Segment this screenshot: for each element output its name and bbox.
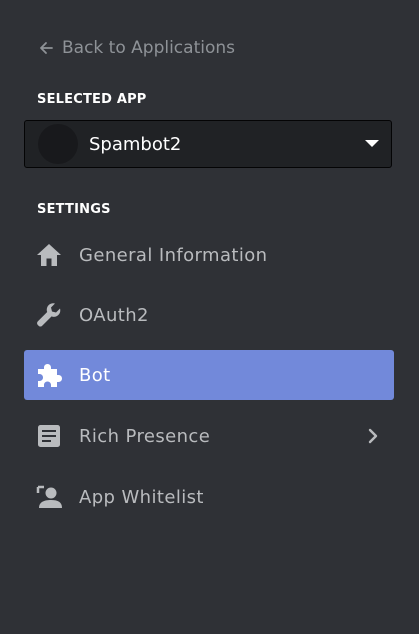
nav-item-label: App Whitelist <box>79 486 204 508</box>
selected-app-name: Spambot2 <box>89 133 182 155</box>
nav-item-oauth2[interactable]: OAuth2 <box>24 290 394 340</box>
home-icon <box>34 240 64 270</box>
document-icon <box>34 421 64 451</box>
user-whitelist-icon <box>34 482 64 512</box>
arrow-left-icon <box>38 40 54 56</box>
nav-item-label: Bot <box>79 364 111 386</box>
settings-sidebar: Back to Applications SELECTED APP Spambo… <box>0 0 419 634</box>
app-avatar <box>38 124 78 164</box>
nav-item-app-whitelist[interactable]: App Whitelist <box>24 472 394 522</box>
wrench-icon <box>34 300 64 330</box>
puzzle-piece-icon <box>34 360 64 390</box>
nav-item-general-information[interactable]: General Information <box>24 230 394 280</box>
settings-heading: SETTINGS <box>37 202 111 217</box>
nav-item-label: OAuth2 <box>79 304 149 326</box>
app-select-dropdown[interactable]: Spambot2 <box>24 120 392 168</box>
caret-down-icon <box>365 140 379 148</box>
back-to-applications-link[interactable]: Back to Applications <box>38 36 235 60</box>
nav-item-label: Rich Presence <box>79 425 211 447</box>
nav-item-rich-presence[interactable]: Rich Presence <box>24 411 394 461</box>
chevron-right-icon <box>368 428 378 444</box>
nav-item-label: General Information <box>79 244 268 266</box>
selected-app-heading: SELECTED APP <box>37 92 147 107</box>
back-link-label: Back to Applications <box>62 38 235 58</box>
nav-item-bot[interactable]: Bot <box>24 350 394 400</box>
